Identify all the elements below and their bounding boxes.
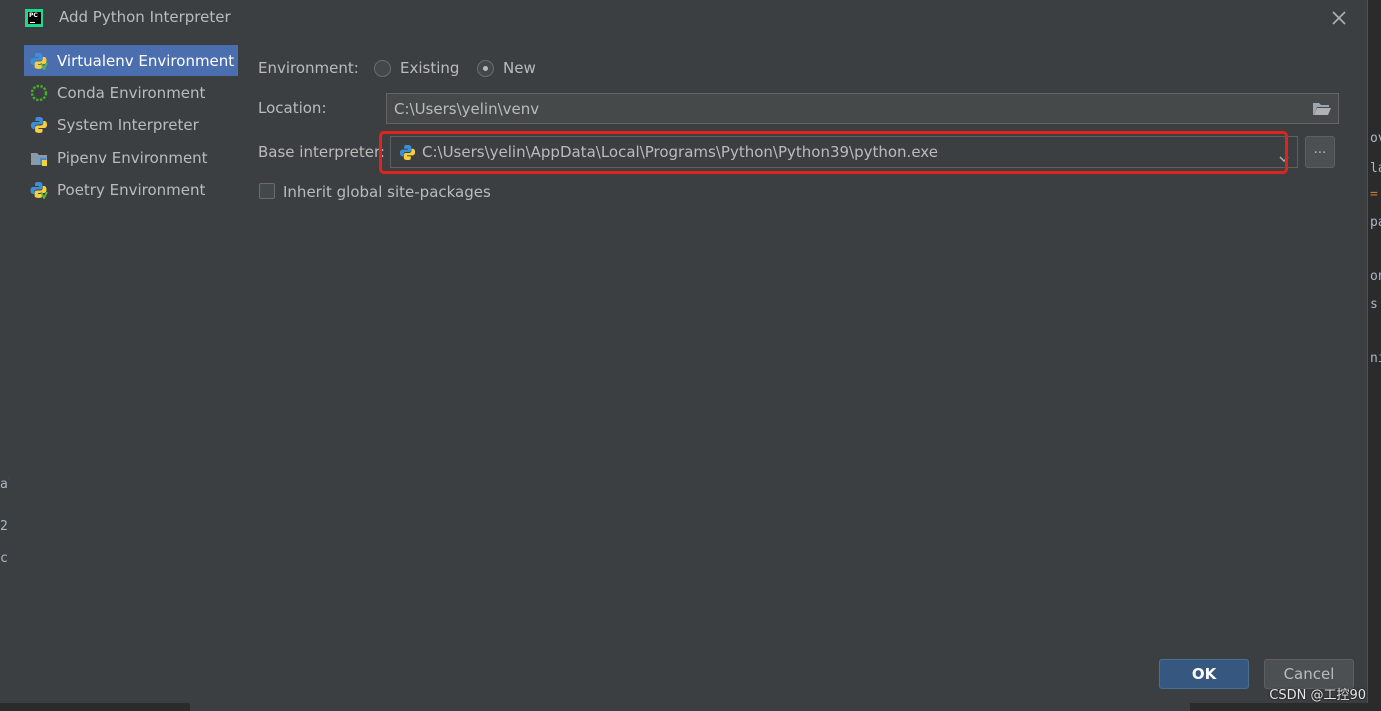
- background-text-fragment: ni: [1370, 351, 1381, 366]
- sidebar-item-virtualenv[interactable]: Virtualenv Environment: [24, 45, 238, 76]
- location-value: C:\Users\yelin\venv: [394, 99, 540, 118]
- sidebar-item-pipenv[interactable]: Pipenv Environment: [24, 141, 238, 174]
- environment-existing-label[interactable]: Existing: [400, 59, 459, 77]
- background-text-fragment: ov: [1370, 131, 1381, 146]
- environment-type-list: Virtualenv Environment Conda Environment…: [24, 45, 238, 206]
- conda-icon: [30, 84, 48, 102]
- add-python-interpreter-dialog: PC Add Python Interpreter Virtualenv Env…: [9, 0, 1368, 703]
- sidebar-item-poetry[interactable]: Poetry Environment: [24, 174, 238, 206]
- background-text-fragment: pa: [1370, 215, 1381, 230]
- close-icon: [1332, 11, 1346, 25]
- background-bottom-bar: [190, 703, 1190, 711]
- location-label: Location:: [258, 99, 327, 117]
- background-bottom-left: [0, 703, 190, 711]
- dialog-title: Add Python Interpreter: [59, 8, 231, 26]
- sidebar-item-label: System Interpreter: [57, 116, 199, 134]
- inherit-site-packages-checkbox[interactable]: [259, 183, 275, 199]
- environment-new-label[interactable]: New: [503, 59, 536, 77]
- poetry-icon: [30, 181, 48, 201]
- sidebar-item-label: Conda Environment: [57, 84, 206, 102]
- environment-existing-radio[interactable]: [374, 60, 391, 77]
- environment-label: Environment:: [258, 59, 359, 77]
- close-button[interactable]: [1329, 8, 1349, 28]
- title-bar: PC Add Python Interpreter: [9, 0, 1367, 38]
- watermark: CSDN @工控90: [1269, 688, 1366, 703]
- background-text-fragment: la: [1370, 161, 1381, 176]
- sidebar-item-conda[interactable]: Conda Environment: [24, 77, 238, 109]
- base-interpreter-label: Base interpreter:: [258, 143, 385, 161]
- background-text-fragment: s: [1370, 297, 1378, 312]
- python-virtualenv-icon: [30, 52, 48, 71]
- background-text-fragment: on: [1370, 269, 1381, 284]
- sidebar-item-label: Pipenv Environment: [57, 148, 208, 167]
- inherit-site-packages-label[interactable]: Inherit global site-packages: [283, 183, 491, 201]
- browse-interpreter-button[interactable]: ...: [1305, 136, 1335, 168]
- location-field[interactable]: C:\Users\yelin\venv: [386, 93, 1339, 124]
- pycharm-logo-icon: PC: [25, 9, 43, 27]
- red-highlight-box: [379, 131, 1288, 174]
- pipenv-folder-icon: [30, 149, 48, 167]
- browse-folder-icon[interactable]: [1312, 100, 1332, 121]
- ok-button[interactable]: OK: [1159, 659, 1249, 689]
- background-text-fragment: =: [1370, 187, 1378, 202]
- background-text-fragment: c: [0, 551, 8, 566]
- sidebar-item-label: Virtualenv Environment: [57, 51, 235, 70]
- python-icon: [30, 116, 48, 134]
- background-text-fragment: 2: [0, 519, 8, 534]
- environment-new-radio[interactable]: [477, 60, 494, 77]
- sidebar-item-label: Poetry Environment: [57, 181, 206, 199]
- sidebar-item-system-interpreter[interactable]: System Interpreter: [24, 109, 238, 141]
- background-ide-panel-left: [0, 0, 9, 711]
